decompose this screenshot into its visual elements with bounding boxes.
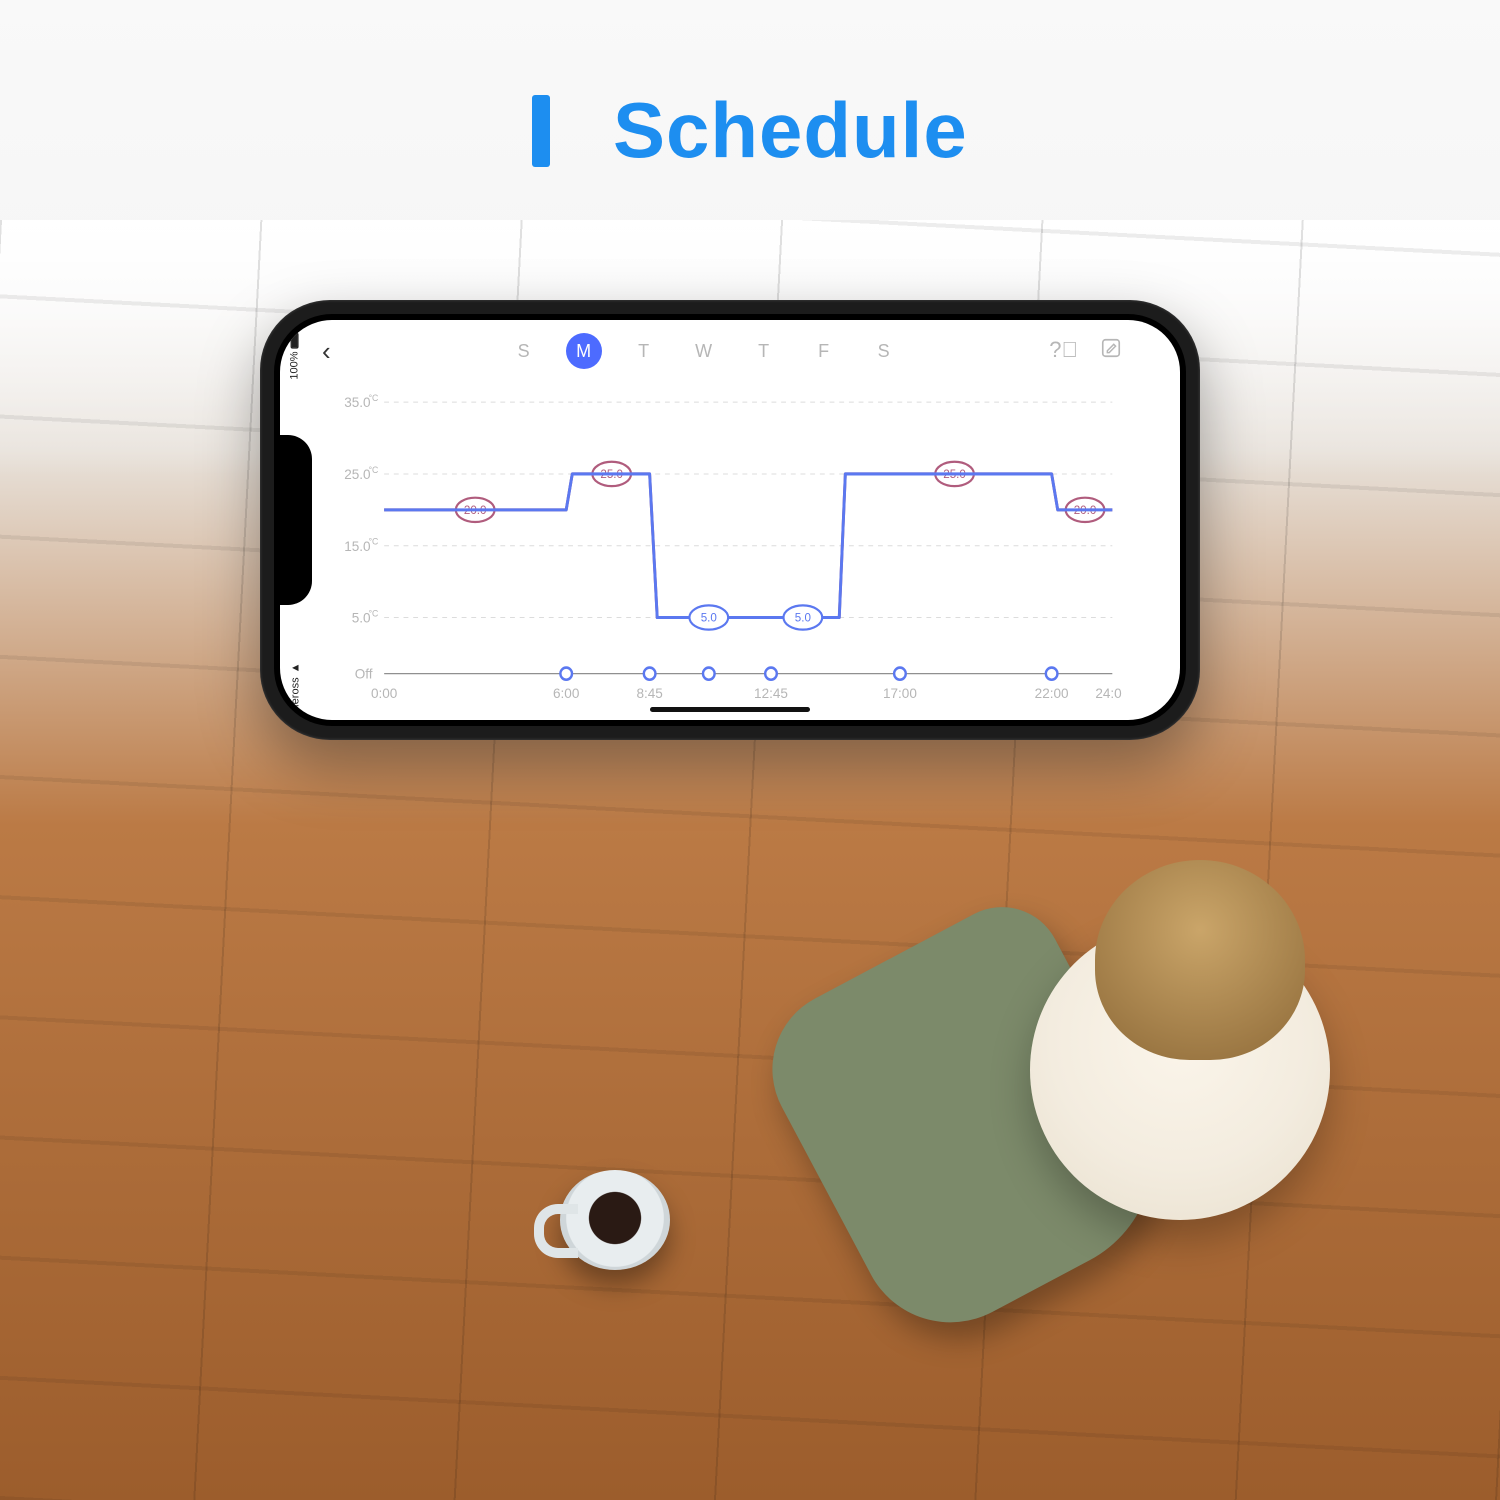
carrier-indicator: Meross ▲ [289,663,301,714]
battery-icon [291,332,299,348]
svg-text:17:00: 17:00 [883,685,917,701]
carrier-name: Meross [289,677,301,713]
day-0[interactable]: S [506,333,542,369]
svg-text:°C: °C [369,537,379,547]
svg-text:0:00: 0:00 [371,685,398,701]
day-selector: SMTWTFS [358,333,1049,369]
battery-indicator: 100% [289,332,301,379]
battery-pct: 100% [289,351,301,379]
page-title: Schedule [0,85,1500,176]
schedule-chart[interactable]: 35.0°C25.0°C15.0°C5.0°COff0:006:008:4512… [328,388,1122,702]
back-button[interactable]: ‹ [322,336,358,367]
phone-frame: 100% Meross ▲ ‹ SMTWTFS ?⃝ [260,300,1200,740]
title-text: Schedule [613,86,968,174]
title-accent-bar [532,95,550,167]
day-3[interactable]: W [686,333,722,369]
svg-text:6:00: 6:00 [553,685,580,701]
svg-text:22:00: 22:00 [1035,685,1069,701]
svg-text:35.0: 35.0 [344,394,371,410]
svg-text:5.0: 5.0 [701,610,718,624]
day-4[interactable]: T [746,333,782,369]
svg-text:°C: °C [369,608,379,618]
svg-text:5.0: 5.0 [795,610,812,624]
help-icon[interactable]: ?⃝ [1049,337,1078,365]
day-2[interactable]: T [626,333,662,369]
home-indicator[interactable] [650,707,810,712]
day-5[interactable]: F [806,333,842,369]
svg-text:°C: °C [369,465,379,475]
svg-text:°C: °C [369,393,379,403]
background-person [810,800,1330,1360]
svg-text:12:45: 12:45 [754,685,788,701]
edit-icon[interactable] [1100,337,1122,365]
phone-screen: 100% Meross ▲ ‹ SMTWTFS ?⃝ [280,320,1180,720]
background-coffee-cup [560,1170,670,1270]
svg-text:15.0: 15.0 [344,537,371,553]
svg-text:25.0: 25.0 [344,466,371,482]
phone-notch [280,435,312,605]
svg-text:Off: Off [355,665,373,681]
day-6[interactable]: S [866,333,902,369]
wifi-icon: ▲ [289,663,301,674]
app-top-bar: ‹ SMTWTFS ?⃝ [310,320,1150,382]
svg-text:24:00: 24:00 [1095,685,1122,701]
svg-text:8:45: 8:45 [636,685,663,701]
day-1[interactable]: M [566,333,602,369]
